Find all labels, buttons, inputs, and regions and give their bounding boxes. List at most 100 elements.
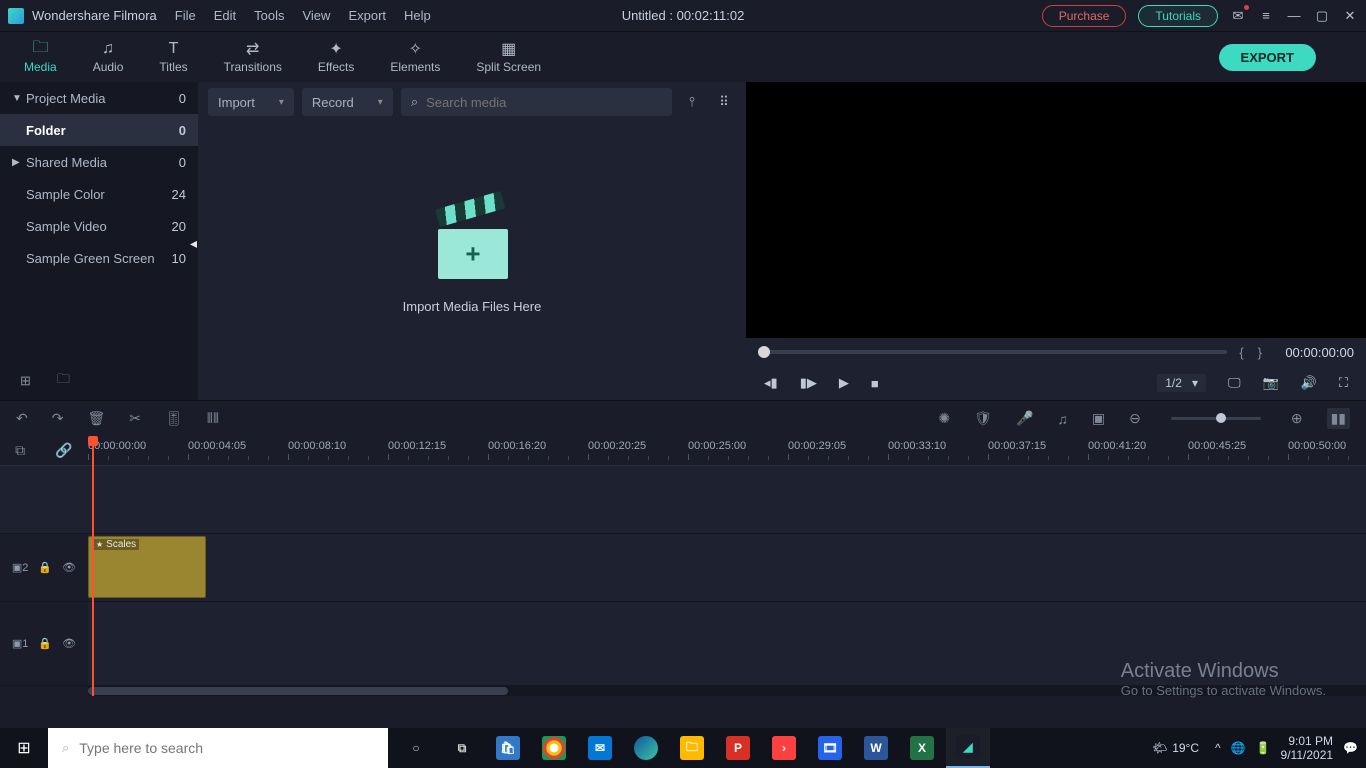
- sidebar-project-media[interactable]: ▼Project Media0: [0, 82, 198, 114]
- mark-out-icon[interactable]: }: [1256, 345, 1264, 360]
- task-store[interactable]: 🛍: [486, 728, 530, 768]
- app-logo: [8, 8, 24, 24]
- fullscreen-icon[interactable]: ⛶: [1339, 375, 1348, 391]
- tab-transitions[interactable]: ⇄Transitions: [210, 36, 296, 78]
- collapse-sidebar-icon[interactable]: ◂: [190, 235, 197, 252]
- tray-weather[interactable]: 🌤19°C: [1152, 741, 1199, 755]
- redo-icon[interactable]: ↷: [52, 410, 64, 427]
- tab-audio[interactable]: ♫Audio: [79, 36, 138, 78]
- preview-scrubber[interactable]: [758, 350, 1227, 354]
- tray-notifications-icon[interactable]: 💬: [1343, 741, 1358, 755]
- task-explorer[interactable]: 🗀: [670, 728, 714, 768]
- time-ruler[interactable]: 00:00:00:0000:00:04:0500:00:08:1000:00:1…: [88, 436, 1366, 465]
- task-excel[interactable]: X: [900, 728, 944, 768]
- new-folder-icon[interactable]: ⊞: [20, 373, 31, 389]
- taskbar-search-input[interactable]: [79, 740, 374, 756]
- crop-icon[interactable]: ▣: [1092, 410, 1105, 427]
- volume-icon[interactable]: 🔊: [1301, 375, 1317, 391]
- record-dropdown[interactable]: Record▾: [302, 88, 393, 116]
- grid-view-icon[interactable]: ⠿: [712, 94, 736, 110]
- menu-tools[interactable]: Tools: [254, 8, 284, 23]
- stop-icon[interactable]: ■: [871, 376, 879, 391]
- menu-export[interactable]: Export: [348, 8, 386, 23]
- tray-network-icon[interactable]: 🌐: [1231, 741, 1246, 755]
- tutorials-button[interactable]: Tutorials: [1138, 5, 1218, 27]
- task-recorder[interactable]: ›: [762, 728, 806, 768]
- track-eye-icon[interactable]: 👁: [62, 637, 76, 650]
- zoom-out-icon[interactable]: ⊖: [1129, 410, 1141, 427]
- task-view[interactable]: ⧉: [440, 728, 484, 768]
- zoom-slider[interactable]: [1171, 417, 1261, 420]
- track-lock-icon[interactable]: 🔒: [38, 561, 52, 574]
- render-icon[interactable]: ✺: [938, 410, 950, 427]
- maximize-icon[interactable]: ▢: [1314, 8, 1330, 24]
- link-icon[interactable]: 🔗: [55, 442, 72, 459]
- track-lock-icon[interactable]: 🔒: [38, 637, 52, 650]
- snapshot-icon[interactable]: 📷: [1263, 375, 1279, 391]
- search-media[interactable]: ⌕: [401, 88, 672, 116]
- adjust-icon[interactable]: 🎚: [165, 410, 183, 427]
- messages-icon[interactable]: ✉: [1230, 8, 1246, 24]
- snap-icon[interactable]: ⧉: [15, 442, 25, 459]
- export-button[interactable]: EXPORT: [1219, 44, 1316, 71]
- purchase-button[interactable]: Purchase: [1042, 5, 1127, 27]
- minimize-icon[interactable]: —: [1286, 8, 1302, 24]
- tray-chevron-icon[interactable]: ^: [1215, 741, 1221, 755]
- sidebar-sample-video[interactable]: Sample Video20: [0, 210, 198, 242]
- play-icon[interactable]: ▶: [839, 375, 849, 391]
- folder-open-icon[interactable]: 🗀: [57, 370, 70, 392]
- tab-splitscreen[interactable]: ▦Split Screen: [462, 36, 555, 78]
- filter-icon[interactable]: ⫯: [680, 94, 704, 110]
- sidebar-sample-color[interactable]: Sample Color24: [0, 178, 198, 210]
- prev-frame-icon[interactable]: ◂▮: [764, 375, 778, 391]
- start-button[interactable]: ⊞: [0, 728, 48, 768]
- tray-clock[interactable]: 9:01 PM9/11/2021: [1281, 734, 1334, 763]
- preview-zoom-select[interactable]: 1/2▾: [1157, 374, 1206, 392]
- media-drop-zone[interactable]: Import Media Files Here: [198, 122, 746, 400]
- clip-scales[interactable]: Scales: [88, 536, 206, 598]
- track-body-2[interactable]: Scales: [88, 534, 1366, 601]
- sidebar-folder[interactable]: Folder0: [0, 114, 198, 146]
- voice-icon[interactable]: ⦀⦀: [207, 410, 219, 427]
- close-icon[interactable]: ✕: [1342, 8, 1358, 24]
- task-filmora[interactable]: ◢: [946, 728, 990, 768]
- display-icon[interactable]: 🖵: [1228, 375, 1241, 391]
- task-cortana[interactable]: ○: [394, 728, 438, 768]
- menu-edit[interactable]: Edit: [214, 8, 236, 23]
- delete-icon[interactable]: 🗑: [87, 410, 105, 427]
- sidebar-shared-media[interactable]: ▶Shared Media0: [0, 146, 198, 178]
- preview-canvas[interactable]: [746, 82, 1366, 338]
- marker-icon[interactable]: 🛡: [974, 410, 992, 427]
- taskbar-search[interactable]: ⌕: [48, 728, 388, 768]
- split-icon[interactable]: ✂: [129, 410, 141, 427]
- mic-icon[interactable]: 🎤: [1016, 410, 1033, 427]
- sidebar-sample-green[interactable]: Sample Green Screen10: [0, 242, 198, 274]
- timeline-options-icon[interactable]: ▮▮: [1327, 408, 1350, 429]
- tray-battery-icon[interactable]: 🔋: [1256, 741, 1271, 755]
- tab-media[interactable]: 🗀Media: [10, 36, 71, 78]
- menu-view[interactable]: View: [302, 8, 330, 23]
- task-mail[interactable]: ✉: [578, 728, 622, 768]
- tab-elements[interactable]: ✧Elements: [376, 36, 454, 78]
- task-chrome[interactable]: [532, 728, 576, 768]
- zoom-in-icon[interactable]: ⊕: [1291, 410, 1303, 427]
- task-edge[interactable]: [624, 728, 668, 768]
- search-input[interactable]: [426, 95, 662, 110]
- mark-in-icon[interactable]: {: [1237, 345, 1245, 360]
- menu-list-icon[interactable]: ≡: [1258, 8, 1274, 24]
- playhead[interactable]: [92, 436, 94, 696]
- task-video[interactable]: 🎞: [808, 728, 852, 768]
- mixer-icon[interactable]: ♫: [1057, 411, 1068, 427]
- timeline-hscroll[interactable]: [88, 686, 1366, 696]
- tab-titles[interactable]: TTitles: [145, 36, 201, 78]
- task-word[interactable]: W: [854, 728, 898, 768]
- menu-help[interactable]: Help: [404, 8, 431, 23]
- track-eye-icon[interactable]: 👁: [62, 561, 76, 574]
- tab-effects[interactable]: ✦Effects: [304, 36, 368, 78]
- play-pause-icon[interactable]: ▮▶: [800, 375, 817, 391]
- menu-file[interactable]: File: [175, 8, 196, 23]
- import-dropdown[interactable]: Import▾: [208, 88, 294, 116]
- undo-icon[interactable]: ↶: [16, 410, 28, 427]
- task-p[interactable]: P: [716, 728, 760, 768]
- track-body-1[interactable]: [88, 602, 1366, 685]
